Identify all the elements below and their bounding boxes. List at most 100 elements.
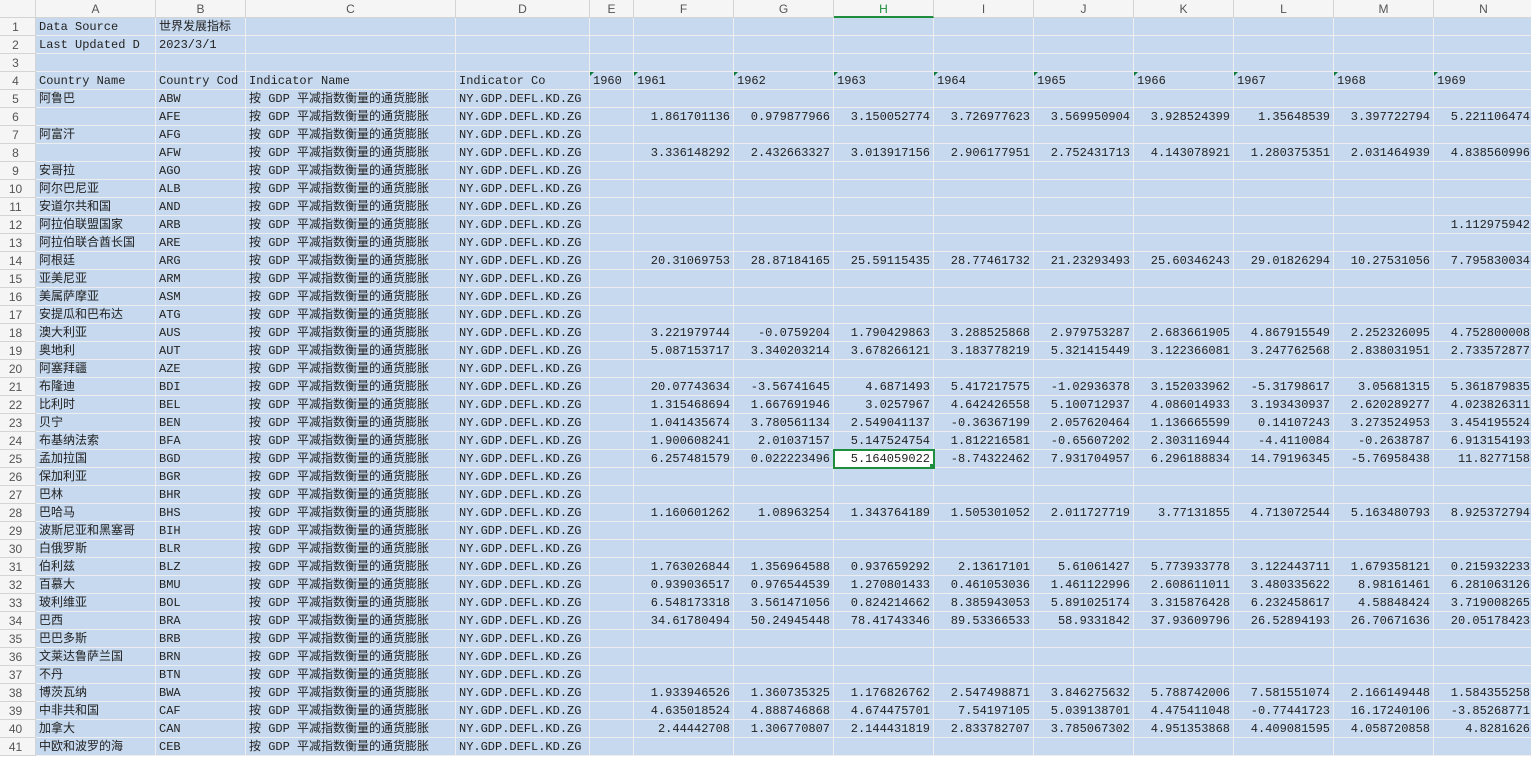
data-row-E[interactable] bbox=[590, 612, 634, 630]
data-row-D[interactable]: NY.GDP.DEFL.KD.ZG bbox=[456, 252, 590, 270]
data-row-L[interactable]: 4.409081595 bbox=[1234, 720, 1334, 738]
row-header-10[interactable]: 10 bbox=[0, 180, 36, 198]
data-row-E[interactable] bbox=[590, 432, 634, 450]
data-row-I[interactable]: 1.505301052 bbox=[934, 504, 1034, 522]
data-row-C[interactable]: 按 GDP 平减指数衡量的通货膨胀 bbox=[246, 252, 456, 270]
data-row-C[interactable]: 按 GDP 平减指数衡量的通货膨胀 bbox=[246, 288, 456, 306]
data-row-N[interactable]: 20.05178423 bbox=[1434, 612, 1531, 630]
data-row-K[interactable]: 1.136665599 bbox=[1134, 414, 1234, 432]
meta-row-3-C[interactable] bbox=[246, 54, 456, 72]
data-row-K[interactable]: 5.773933778 bbox=[1134, 558, 1234, 576]
meta-row-1-E[interactable] bbox=[590, 18, 634, 36]
data-row-E[interactable] bbox=[590, 450, 634, 468]
data-row-H[interactable]: 5.147524754 bbox=[834, 432, 934, 450]
data-row-I[interactable]: 0.461053036 bbox=[934, 576, 1034, 594]
data-row-C[interactable]: 按 GDP 平减指数衡量的通货膨胀 bbox=[246, 306, 456, 324]
data-row-N[interactable]: 5.221106474 bbox=[1434, 108, 1531, 126]
data-row-H[interactable]: 2.144431819 bbox=[834, 720, 934, 738]
row-header-22[interactable]: 22 bbox=[0, 396, 36, 414]
data-row-J[interactable] bbox=[1034, 216, 1134, 234]
data-row-D[interactable]: NY.GDP.DEFL.KD.ZG bbox=[456, 126, 590, 144]
data-row-C[interactable]: 按 GDP 平减指数衡量的通货膨胀 bbox=[246, 450, 456, 468]
data-row-N[interactable] bbox=[1434, 630, 1531, 648]
data-row-L[interactable] bbox=[1234, 198, 1334, 216]
data-row-F[interactable]: 20.07743634 bbox=[634, 378, 734, 396]
data-row-N[interactable]: 7.795830034 bbox=[1434, 252, 1531, 270]
data-row-E[interactable] bbox=[590, 414, 634, 432]
data-row-K[interactable] bbox=[1134, 162, 1234, 180]
col-header-I[interactable]: I bbox=[934, 0, 1034, 18]
data-row-B[interactable]: AFG bbox=[156, 126, 246, 144]
select-all-corner[interactable] bbox=[0, 0, 36, 18]
data-row-N[interactable]: 8.925372794 bbox=[1434, 504, 1531, 522]
meta-row-1-A[interactable]: Data Source bbox=[36, 18, 156, 36]
data-row-M[interactable] bbox=[1334, 522, 1434, 540]
data-row-G[interactable] bbox=[734, 270, 834, 288]
data-row-I[interactable]: 8.385943053 bbox=[934, 594, 1034, 612]
data-row-B[interactable]: BIH bbox=[156, 522, 246, 540]
meta-row-2-J[interactable] bbox=[1034, 36, 1134, 54]
col-header-D[interactable]: D bbox=[456, 0, 590, 18]
data-row-D[interactable]: NY.GDP.DEFL.KD.ZG bbox=[456, 576, 590, 594]
data-row-G[interactable] bbox=[734, 738, 834, 756]
data-row-G[interactable] bbox=[734, 540, 834, 558]
data-row-K[interactable]: 5.788742006 bbox=[1134, 684, 1234, 702]
meta-row-3-B[interactable] bbox=[156, 54, 246, 72]
data-row-A[interactable]: 孟加拉国 bbox=[36, 450, 156, 468]
meta-row-2-D[interactable] bbox=[456, 36, 590, 54]
col-header-L[interactable]: L bbox=[1234, 0, 1334, 18]
data-row-F[interactable]: 1.900608241 bbox=[634, 432, 734, 450]
data-row-I[interactable] bbox=[934, 162, 1034, 180]
data-row-D[interactable]: NY.GDP.DEFL.KD.ZG bbox=[456, 108, 590, 126]
data-row-M[interactable] bbox=[1334, 738, 1434, 756]
data-row-K[interactable] bbox=[1134, 234, 1234, 252]
data-row-G[interactable]: 3.780561134 bbox=[734, 414, 834, 432]
data-row-F[interactable] bbox=[634, 486, 734, 504]
data-row-F[interactable]: 0.939036517 bbox=[634, 576, 734, 594]
data-row-F[interactable]: 1.315468694 bbox=[634, 396, 734, 414]
data-row-K[interactable] bbox=[1134, 288, 1234, 306]
data-row-H[interactable]: 1.343764189 bbox=[834, 504, 934, 522]
meta-row-1-G[interactable] bbox=[734, 18, 834, 36]
data-row-K[interactable] bbox=[1134, 180, 1234, 198]
data-row-H[interactable]: 1.176826762 bbox=[834, 684, 934, 702]
data-row-B[interactable]: AFE bbox=[156, 108, 246, 126]
data-row-B[interactable]: ATG bbox=[156, 306, 246, 324]
data-row-N[interactable]: 4.838560996 bbox=[1434, 144, 1531, 162]
data-row-K[interactable] bbox=[1134, 540, 1234, 558]
data-row-I[interactable]: -8.74322462 bbox=[934, 450, 1034, 468]
data-row-D[interactable]: NY.GDP.DEFL.KD.ZG bbox=[456, 378, 590, 396]
data-row-C[interactable]: 按 GDP 平减指数衡量的通货膨胀 bbox=[246, 378, 456, 396]
data-row-A[interactable]: 安哥拉 bbox=[36, 162, 156, 180]
data-row-N[interactable] bbox=[1434, 648, 1531, 666]
header-cell-I[interactable]: 1964 bbox=[934, 72, 1034, 90]
data-row-I[interactable]: -0.36367199 bbox=[934, 414, 1034, 432]
data-row-G[interactable] bbox=[734, 306, 834, 324]
row-header-8[interactable]: 8 bbox=[0, 144, 36, 162]
header-cell-N[interactable]: 1969 bbox=[1434, 72, 1531, 90]
meta-row-1-C[interactable] bbox=[246, 18, 456, 36]
data-row-H[interactable]: 3.013917156 bbox=[834, 144, 934, 162]
data-row-N[interactable]: 11.8277158 bbox=[1434, 450, 1531, 468]
col-header-F[interactable]: F bbox=[634, 0, 734, 18]
data-row-H[interactable] bbox=[834, 270, 934, 288]
data-row-D[interactable]: NY.GDP.DEFL.KD.ZG bbox=[456, 486, 590, 504]
data-row-F[interactable] bbox=[634, 90, 734, 108]
data-row-M[interactable] bbox=[1334, 648, 1434, 666]
data-row-E[interactable] bbox=[590, 108, 634, 126]
meta-row-3-G[interactable] bbox=[734, 54, 834, 72]
data-row-I[interactable] bbox=[934, 216, 1034, 234]
meta-row-2-I[interactable] bbox=[934, 36, 1034, 54]
data-row-A[interactable]: 白俄罗斯 bbox=[36, 540, 156, 558]
data-row-F[interactable]: 6.548173318 bbox=[634, 594, 734, 612]
data-row-N[interactable]: -3.85268771 bbox=[1434, 702, 1531, 720]
data-row-L[interactable]: 3.480335622 bbox=[1234, 576, 1334, 594]
data-row-B[interactable]: ABW bbox=[156, 90, 246, 108]
col-header-H[interactable]: H bbox=[834, 0, 934, 18]
row-header-14[interactable]: 14 bbox=[0, 252, 36, 270]
data-row-H[interactable] bbox=[834, 630, 934, 648]
data-row-E[interactable] bbox=[590, 702, 634, 720]
data-row-H[interactable] bbox=[834, 540, 934, 558]
data-row-D[interactable]: NY.GDP.DEFL.KD.ZG bbox=[456, 234, 590, 252]
data-row-M[interactable]: 2.166149448 bbox=[1334, 684, 1434, 702]
